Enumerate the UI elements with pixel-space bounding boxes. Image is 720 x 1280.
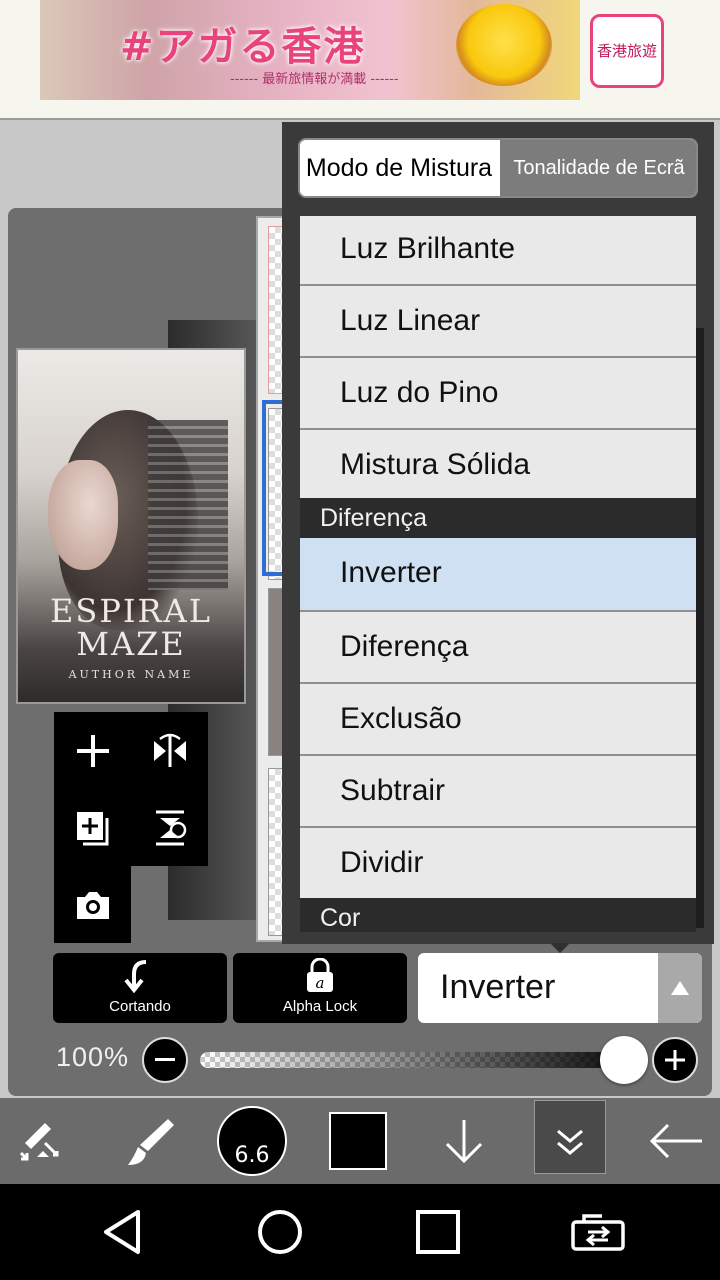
brush-size-indicator: 6.6 — [217, 1106, 287, 1176]
brush-size-button[interactable]: 6.6 — [212, 1098, 292, 1184]
brush-size-value: 6.6 — [234, 1143, 270, 1168]
collapse-panel-button[interactable] — [534, 1098, 606, 1184]
menu-item-exclusao[interactable]: Exclusão — [300, 684, 696, 756]
flip-horizontal-icon — [153, 733, 186, 767]
ad-title: #アガる香港 — [120, 24, 366, 70]
blend-mode-value: Inverter — [440, 968, 556, 1006]
back-button[interactable] — [636, 1098, 716, 1184]
menu-item-luz-brilhante[interactable]: Luz Brilhante — [300, 216, 696, 286]
nav-recents-icon — [416, 1210, 460, 1254]
nav-back-button[interactable] — [62, 1184, 182, 1280]
menu-item-mistura-solida[interactable]: Mistura Sólida — [300, 430, 696, 500]
blend-mode-select[interactable]: Inverter — [418, 953, 702, 1023]
tab-blend-mode[interactable]: Modo de Mistura — [300, 140, 498, 196]
camera-icon — [76, 891, 109, 919]
nav-home-icon — [258, 1210, 302, 1254]
alpha-lock-icon: a — [307, 958, 333, 992]
move-down-button[interactable] — [424, 1098, 504, 1184]
dropdown-tabs: Modo de Mistura Tonalidade de Ecrã — [298, 138, 698, 198]
merge-layer-button[interactable] — [131, 789, 208, 866]
alpha-lock-label: Alpha Lock — [282, 998, 358, 1015]
dropdown-pointer — [550, 943, 570, 953]
camera-button[interactable] — [54, 866, 131, 943]
transform-icon — [19, 1123, 59, 1161]
chevron-double-down-icon — [557, 1129, 583, 1155]
svg-text:a: a — [316, 974, 325, 992]
blend-mode-arrow[interactable] — [658, 953, 702, 1023]
cover-author: AUTHOR NAME — [68, 668, 194, 681]
ad-logo[interactable]: 香港旅遊 — [590, 14, 664, 88]
cover-face — [48, 460, 118, 570]
arrow-left-icon — [649, 1123, 702, 1159]
opacity-increase-button[interactable] — [652, 1037, 698, 1083]
opacity-decrease-button[interactable] — [142, 1037, 188, 1083]
duplicate-layer-button[interactable] — [54, 789, 131, 866]
canvas-thumbnail[interactable]: ESPIRAL MAZE AUTHOR NAME — [16, 348, 246, 704]
flip-button[interactable] — [131, 712, 208, 789]
plus-icon — [665, 1050, 685, 1070]
menu-header-diferenca: Diferença — [300, 498, 696, 538]
menu-item-diferenca[interactable]: Diferença — [300, 612, 696, 684]
menu-item-subtrair[interactable]: Subtrair — [300, 756, 696, 828]
menu-item-dividir[interactable]: Dividir — [300, 828, 696, 900]
tab-screen-tone[interactable]: Tonalidade de Ecrã — [500, 140, 696, 196]
transform-tool-button[interactable] — [0, 1098, 86, 1184]
opacity-label: 100% — [56, 1042, 130, 1072]
blend-mode-list[interactable]: Luz Brilhante Luz Linear Luz do Pino Mis… — [300, 216, 696, 932]
menu-item-luz-do-pino[interactable]: Luz do Pino — [300, 358, 696, 430]
clip-arrow-icon — [124, 960, 147, 994]
menu-item-luz-linear[interactable]: Luz Linear — [300, 286, 696, 358]
menu-item-inverter[interactable]: Inverter — [300, 538, 696, 612]
opacity-slider-knob[interactable] — [600, 1036, 648, 1084]
merge-down-icon — [155, 810, 186, 845]
nav-back-icon — [104, 1210, 140, 1254]
cover-city — [148, 420, 228, 590]
menu-header-cor: Cor — [300, 898, 696, 932]
layer-tools — [54, 712, 208, 943]
color-swatch — [329, 1112, 387, 1170]
nav-home-button[interactable] — [220, 1184, 340, 1280]
clipping-button[interactable]: Cortando — [53, 953, 227, 1023]
minus-icon — [155, 1058, 175, 1061]
ad-subtitle: ------ 最新旅情報が満載 ------ — [230, 72, 399, 87]
dropdown-scrollbar[interactable] — [696, 328, 704, 928]
plus-icon — [76, 734, 109, 767]
add-layer-button[interactable] — [54, 712, 131, 789]
ad-egg-tart-image — [456, 4, 552, 86]
triangle-up-icon — [671, 981, 689, 995]
arrow-down-icon — [445, 1120, 483, 1164]
clipping-label: Cortando — [109, 998, 171, 1015]
nav-switch-icon — [571, 1214, 625, 1251]
opacity-slider-fill — [200, 1052, 630, 1068]
color-button[interactable] — [318, 1098, 398, 1184]
nav-recents-button[interactable] — [378, 1184, 498, 1280]
brush-icon — [128, 1119, 174, 1165]
nav-switch-button[interactable] — [538, 1184, 658, 1280]
cover-title-line2: MAZE — [76, 625, 186, 663]
alpha-lock-button[interactable]: a Alpha Lock — [233, 953, 407, 1023]
add-copy-icon — [76, 811, 108, 845]
brush-tool-button[interactable] — [108, 1098, 188, 1184]
